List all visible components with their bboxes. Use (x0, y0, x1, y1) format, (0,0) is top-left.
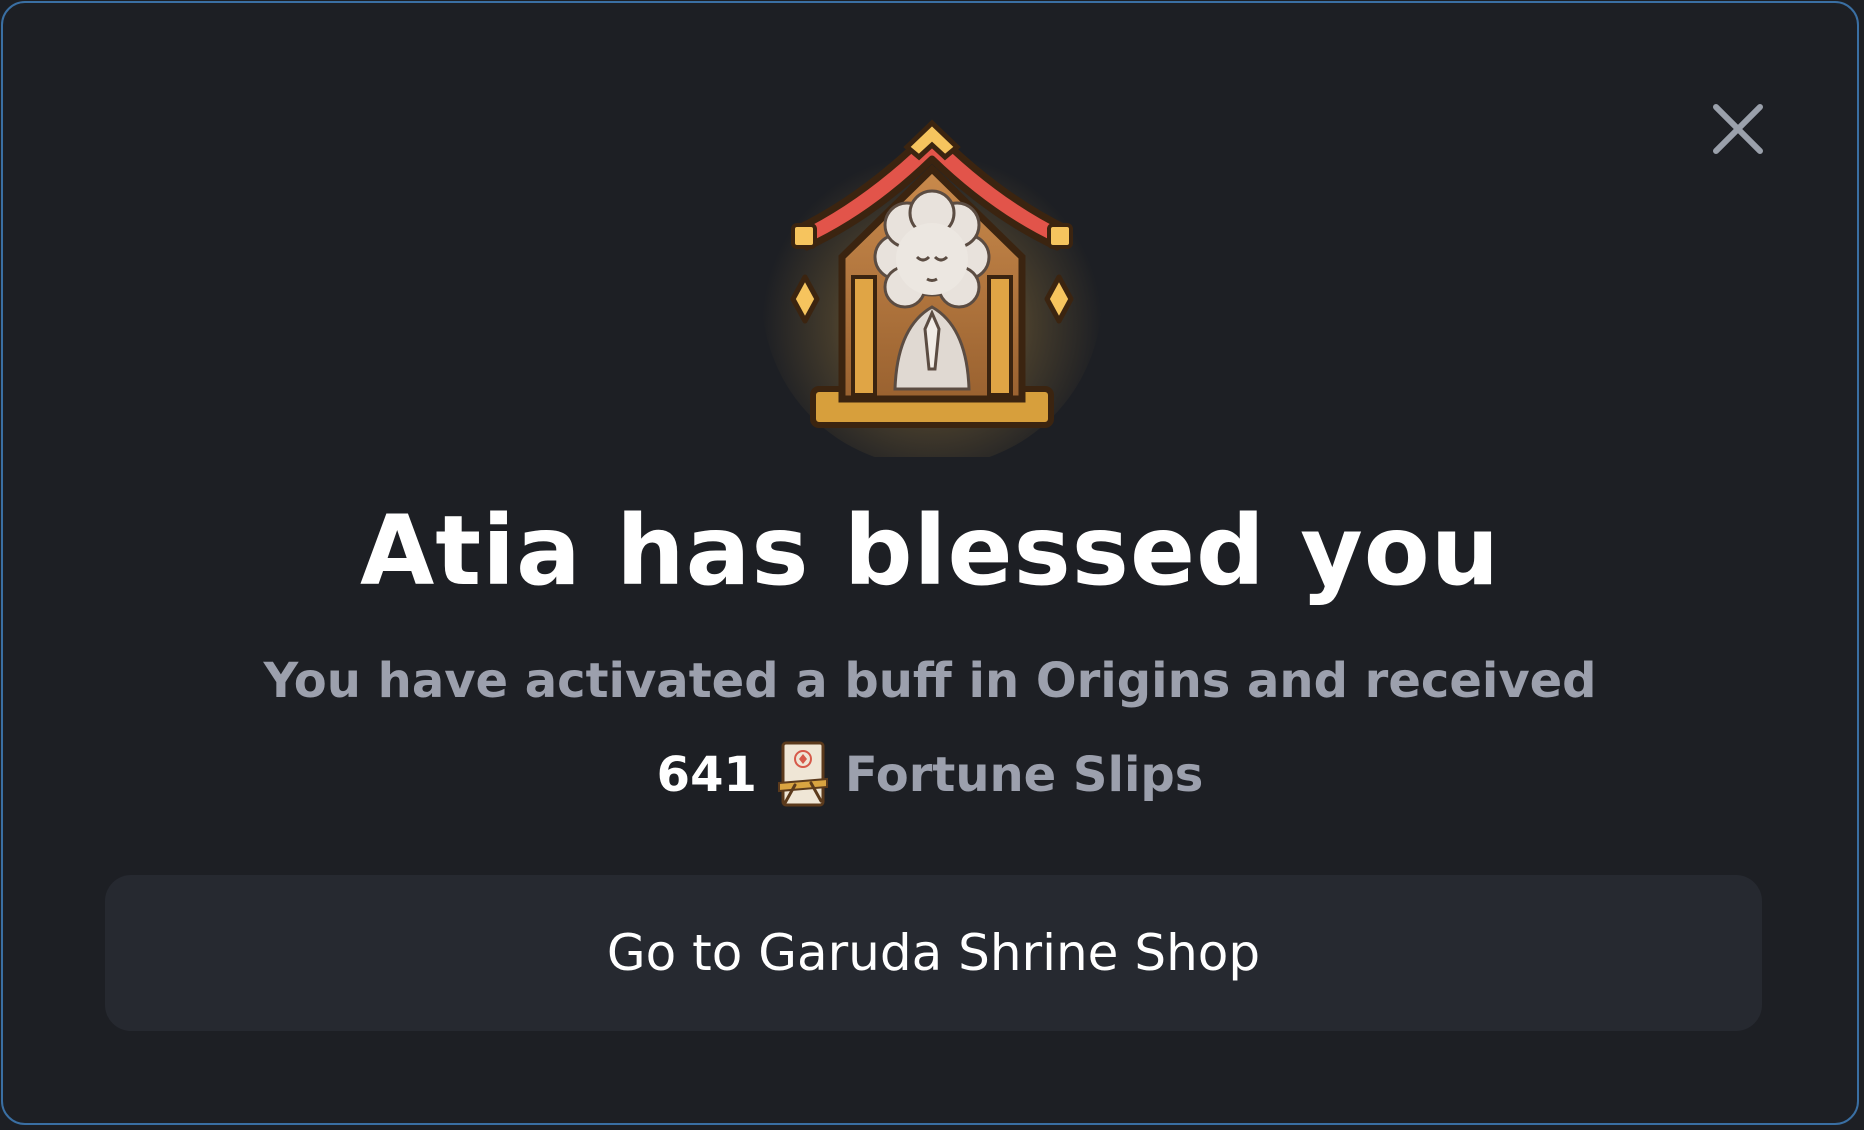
reward-label: Fortune Slips (844, 747, 1204, 803)
blessing-dialog: Atia has blessed you You have activated … (1, 1, 1859, 1125)
fortune-slip-icon (777, 741, 828, 807)
reward-amount: 641 (656, 747, 757, 803)
close-button[interactable] (1710, 101, 1766, 157)
shrine-icon (757, 107, 1107, 457)
reward-line: 641 Fortune Slips (3, 739, 1857, 811)
close-icon[interactable] (1710, 101, 1766, 157)
dialog-subtitle: You have activated a buff in Origins and… (263, 653, 1597, 709)
dialog-title: Atia has blessed you (359, 495, 1501, 607)
go-to-shop-button[interactable]: Go to Garuda Shrine Shop (105, 875, 1762, 1031)
